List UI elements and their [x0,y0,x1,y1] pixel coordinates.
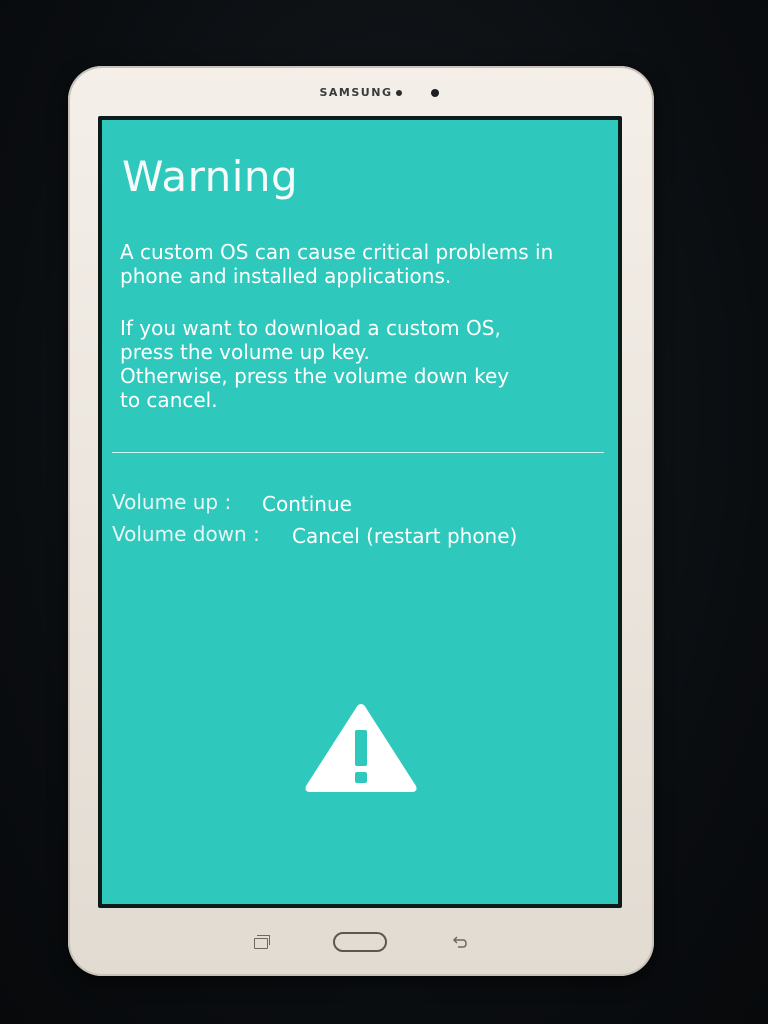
option-key-label: Volume up : [112,490,232,514]
option-key-label: Volume down : [112,522,260,546]
screen-bezel: Warning A custom OS can cause critical p… [98,116,622,908]
warning-message: A custom OS can cause critical problems … [120,240,554,288]
option-volume-up[interactable]: Volume up : Continue [112,490,352,516]
warning-triangle-icon [305,704,417,792]
front-camera-icon [431,89,439,97]
option-action-continue: Continue [262,492,352,516]
recent-apps-icon[interactable] [254,935,270,949]
warning-title: Warning [122,152,299,201]
instruction-line-2: press the volume up key. [120,340,370,364]
instruction-message: If you want to download a custom OS, pre… [120,316,560,412]
brand-logo: SAMSUNG [68,86,654,99]
home-button[interactable] [333,932,387,952]
instruction-line-4: to cancel. [120,388,218,412]
brand-text: SAMSUNG [319,86,393,99]
option-action-cancel: Cancel (restart phone) [292,524,518,548]
divider [112,452,604,453]
instruction-line-1: If you want to download a custom OS, [120,316,501,340]
tablet-device: SAMSUNG Warning A custom OS can cause cr… [68,66,654,976]
hardware-key-bar [68,932,654,956]
back-icon[interactable] [452,934,468,950]
sensor-dot [396,90,403,96]
download-mode-warning-screen: Warning A custom OS can cause critical p… [102,120,618,904]
option-volume-down[interactable]: Volume down : Cancel (restart phone) [112,522,517,548]
instruction-line-3: Otherwise, press the volume down key [120,364,510,388]
photo-background: SAMSUNG Warning A custom OS can cause cr… [0,0,768,1024]
